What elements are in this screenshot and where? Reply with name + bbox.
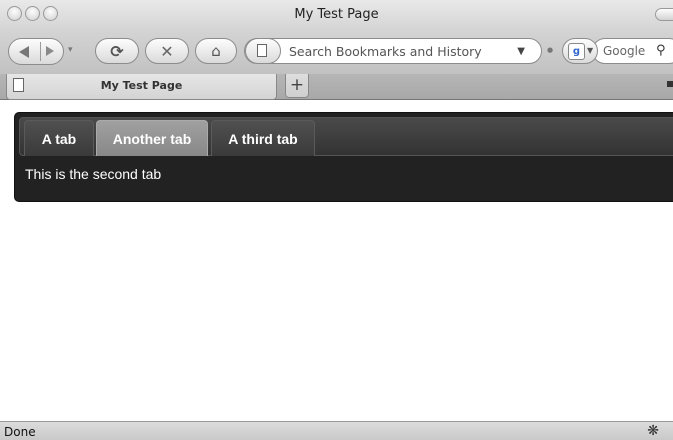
tab-a[interactable]: A tab bbox=[24, 120, 94, 156]
search-input[interactable]: Google ⚲ bbox=[592, 38, 673, 64]
divider bbox=[40, 42, 41, 61]
search-engine-button[interactable]: g ▼ bbox=[562, 38, 598, 64]
status-text: Done bbox=[4, 425, 36, 439]
back-forward-buttons bbox=[8, 38, 64, 65]
title-bar: My Test Page bbox=[0, 0, 673, 32]
forward-arrow-icon[interactable] bbox=[46, 46, 54, 56]
home-button[interactable]: ⌂ bbox=[195, 38, 237, 64]
chevron-down-icon: ▼ bbox=[587, 46, 594, 55]
tab-another[interactable]: Another tab bbox=[96, 120, 208, 156]
status-bar: Done ❋ bbox=[0, 421, 673, 440]
navigation-toolbar: ▾ ⟳ ✕ ⌂ Search Bookmarks and History ▼ ●… bbox=[0, 32, 673, 74]
page-icon bbox=[257, 44, 267, 57]
tabs-header: A tab Another tab A third tab bbox=[19, 117, 673, 156]
tab-list-icon[interactable] bbox=[667, 81, 673, 87]
magnifier-icon[interactable]: ⚲ bbox=[656, 43, 666, 58]
url-input[interactable]: Search Bookmarks and History bbox=[289, 44, 482, 59]
history-dropdown-icon[interactable]: ▾ bbox=[68, 45, 73, 55]
search-placeholder: Google bbox=[603, 44, 646, 58]
bug-icon[interactable]: ❋ bbox=[647, 423, 659, 439]
reload-icon: ⟳ bbox=[110, 41, 124, 61]
search-box: Google ⚲ g ▼ bbox=[562, 38, 673, 64]
reload-button[interactable]: ⟳ bbox=[95, 38, 139, 64]
stop-icon: ✕ bbox=[160, 41, 174, 61]
chevron-down-icon[interactable]: ▼ bbox=[517, 46, 525, 57]
toolbar-toggle-button[interactable] bbox=[655, 8, 673, 21]
back-arrow-icon[interactable] bbox=[19, 46, 29, 58]
site-identity-button[interactable] bbox=[245, 38, 281, 64]
page-content: A tab Another tab A third tab This is th… bbox=[0, 100, 673, 421]
stop-button[interactable]: ✕ bbox=[145, 38, 189, 64]
new-tab-button[interactable]: + bbox=[285, 74, 309, 98]
tabs-widget: A tab Another tab A third tab This is th… bbox=[14, 112, 673, 202]
browser-tab-strip: My Test Page + bbox=[0, 74, 673, 100]
browser-tab-title: My Test Page bbox=[100, 79, 183, 92]
tab-third[interactable]: A third tab bbox=[211, 120, 315, 156]
window-title: My Test Page bbox=[294, 7, 379, 22]
home-icon: ⌂ bbox=[211, 42, 221, 60]
google-icon: g bbox=[568, 43, 585, 60]
tab-panel-text: This is the second tab bbox=[25, 166, 162, 182]
browser-tab[interactable]: My Test Page bbox=[6, 74, 277, 100]
separator-dot-icon: ● bbox=[547, 46, 554, 54]
url-bar[interactable]: Search Bookmarks and History ▼ bbox=[244, 38, 542, 64]
